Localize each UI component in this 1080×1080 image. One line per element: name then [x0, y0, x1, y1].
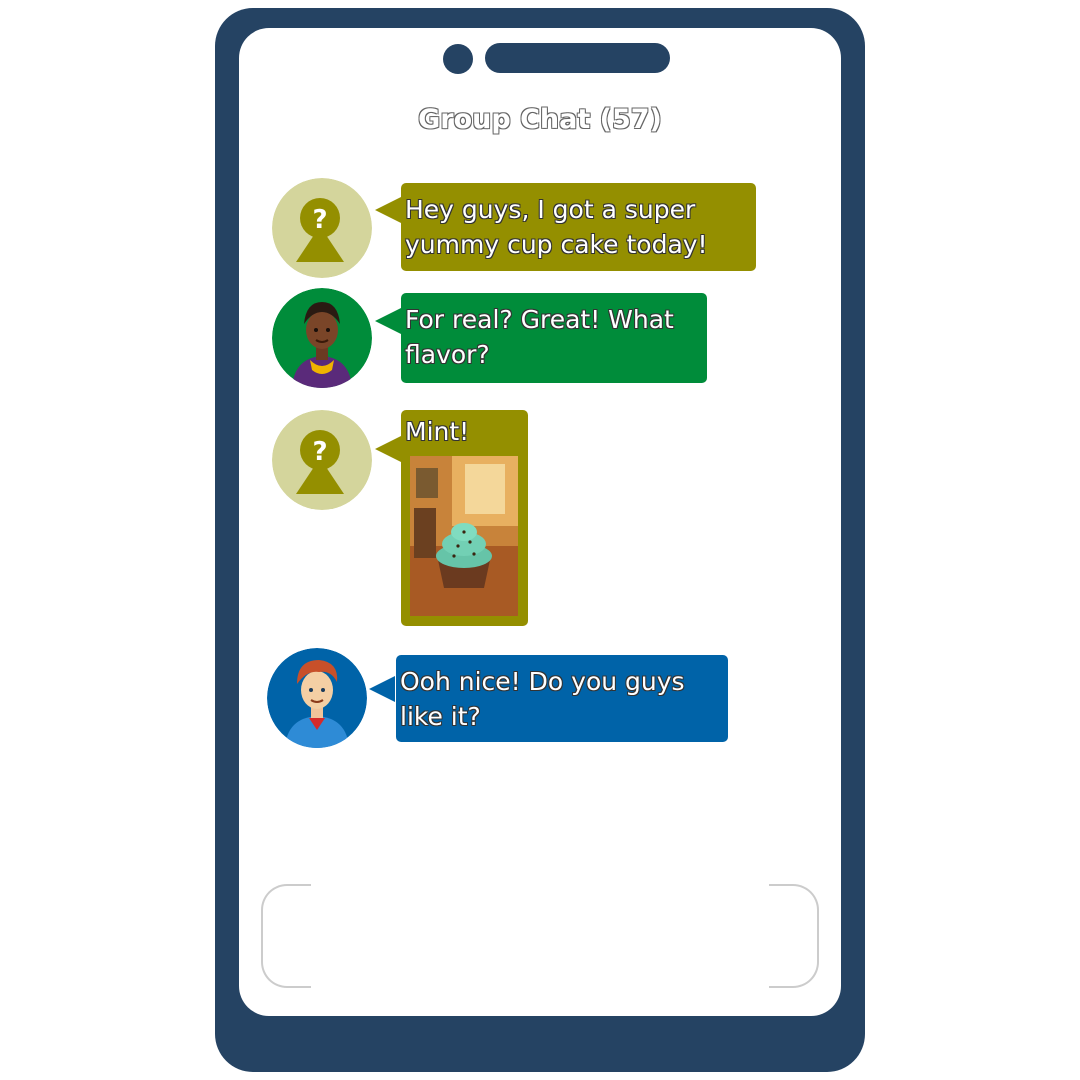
bubble-tail	[369, 676, 395, 702]
cupcake-image	[410, 456, 518, 616]
speaker-icon	[485, 43, 670, 73]
svg-text:?: ?	[312, 205, 327, 235]
bubble-tail	[375, 436, 401, 462]
message-text: For real? Great! What flavor?	[405, 305, 674, 369]
girl-avatar[interactable]	[272, 288, 372, 388]
input-frame-right	[769, 884, 819, 988]
boy-avatar[interactable]	[267, 648, 367, 748]
message-bubble[interactable]: For real? Great! What flavor?	[401, 293, 707, 383]
girl-portrait-icon	[272, 288, 372, 388]
input-frame-left	[261, 884, 311, 988]
message-bubble[interactable]: Ooh nice! Do you guys like it?	[396, 655, 728, 742]
unknown-avatar[interactable]: ?	[272, 410, 372, 510]
boy-portrait-icon	[267, 648, 367, 748]
svg-text:?: ?	[312, 437, 327, 467]
message-input[interactable]	[261, 884, 819, 988]
bubble-tail	[375, 197, 401, 223]
chat-title: Group Chat (57)	[418, 104, 662, 135]
bubble-tail	[375, 308, 401, 334]
phone-screen: Group Chat (57) ? Hey guys, I got a supe…	[239, 28, 841, 1016]
camera-icon	[443, 44, 473, 74]
message-bubble[interactable]: Mint!	[401, 410, 528, 626]
message-bubble[interactable]: Hey guys, I got a super yummy cup cake t…	[401, 183, 756, 271]
message-text: Mint!	[405, 417, 470, 446]
message-text: Hey guys, I got a super yummy cup cake t…	[405, 195, 708, 259]
phone-frame: Group Chat (57) ? Hey guys, I got a supe…	[215, 8, 865, 1072]
mint-cupcake-photo[interactable]	[410, 456, 518, 616]
unknown-avatar[interactable]: ?	[272, 178, 372, 278]
question-person-icon: ?	[272, 178, 372, 278]
question-person-icon: ?	[272, 410, 372, 510]
message-text: Ooh nice! Do you guys like it?	[400, 667, 685, 731]
